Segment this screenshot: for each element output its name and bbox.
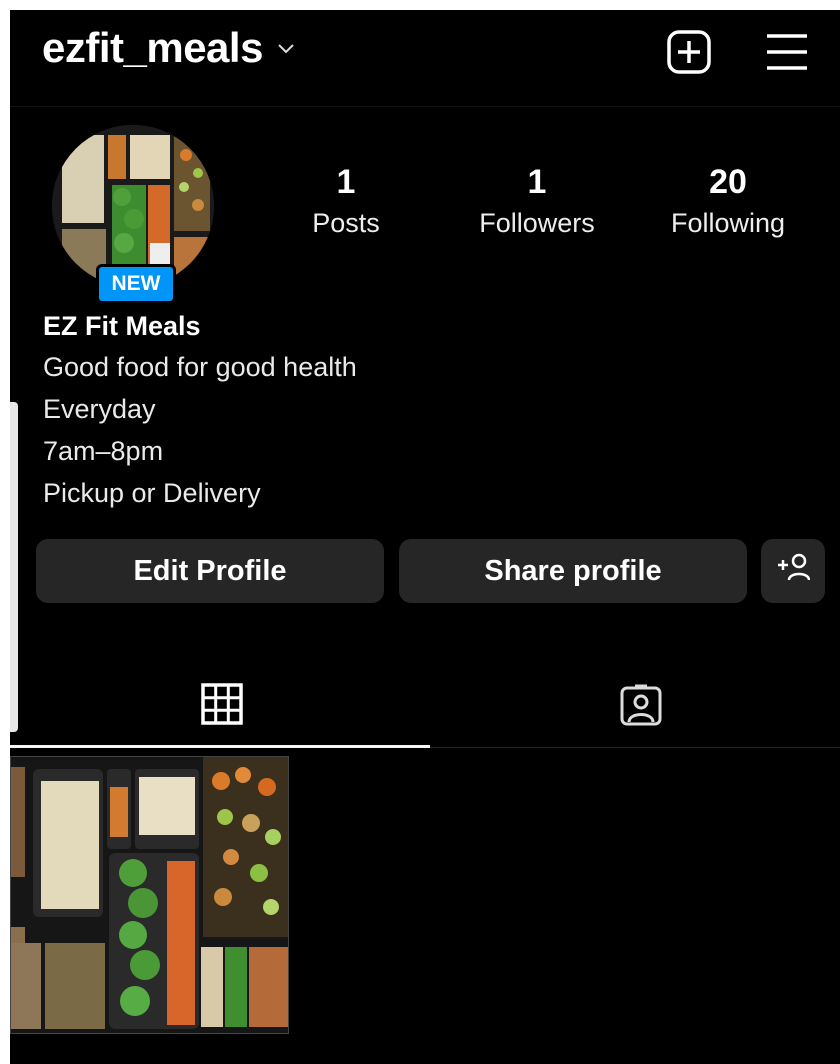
profile-tabs [10,660,840,750]
tab-divider [430,747,840,748]
posts-label: Posts [312,208,380,238]
stat-followers[interactable]: 1 Followers [462,160,612,242]
add-square-icon[interactable] [665,28,713,76]
add-person-icon [776,552,811,590]
new-badge: NEW [96,264,176,304]
followers-count: 1 [527,163,547,201]
active-tab-indicator [10,745,430,748]
post-thumbnail[interactable] [10,756,289,1034]
bio-line: Good food for good health [43,352,357,382]
chevron-down-icon [277,42,295,60]
grid-icon[interactable] [200,682,244,726]
avatar[interactable] [52,125,214,287]
meal-prep-image [11,757,288,1033]
posts-count: 1 [336,163,356,201]
account-switcher[interactable]: ezfit_meals [42,24,295,72]
header-divider [10,106,840,107]
discover-people-button[interactable] [761,539,825,603]
bio-section: EZ Fit Meals Good food for good health E… [43,306,357,514]
stat-posts[interactable]: 1 Posts [296,160,396,242]
stat-following[interactable]: 20 Following [656,160,800,242]
following-count: 20 [709,163,747,201]
bio-line: Everyday [43,394,156,424]
following-label: Following [670,208,786,238]
username: ezfit_meals [42,24,263,71]
tagged-person-icon[interactable] [618,682,664,728]
bio-line: Pickup or Delivery [43,478,261,508]
top-bar: ezfit_meals [10,10,840,106]
bio-line: 7am–8pm [43,436,164,466]
edit-profile-button[interactable]: Edit Profile [36,539,384,603]
followers-label: Followers [479,208,595,238]
hamburger-menu-icon[interactable] [763,28,811,76]
share-profile-button[interactable]: Share profile [399,539,747,603]
edge-panel-handle[interactable] [10,402,18,732]
profile-screen: ezfit_meals NEW 1 Posts 1 Followers 20 F… [10,10,840,1064]
display-name: EZ Fit Meals [43,311,201,341]
